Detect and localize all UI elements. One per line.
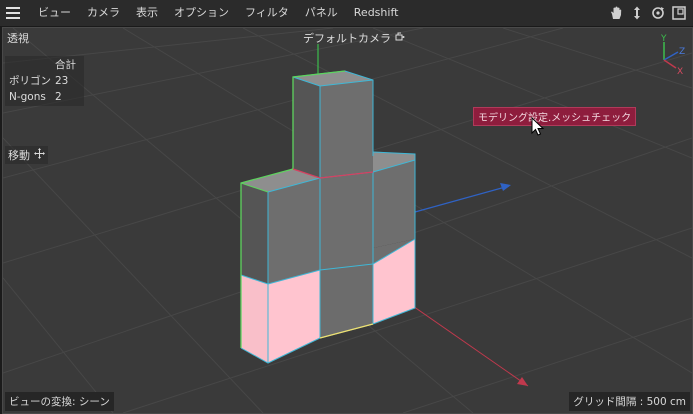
hand-pan-icon[interactable] (608, 5, 624, 21)
camera-name-text: デフォルトカメラ (303, 32, 391, 45)
camera-name-button[interactable]: デフォルトカメラ (303, 30, 405, 46)
stats-value: 2 (55, 91, 62, 103)
move-arrows-icon[interactable] (629, 5, 645, 21)
axis-orientation-widget: Y Z X (650, 32, 686, 79)
mouse-cursor-icon (531, 116, 545, 140)
menu-options[interactable]: オプション (166, 0, 237, 26)
3d-viewport[interactable]: 透視 デフォルトカメラ 合計 ポリゴン 23 N-gons 2 移動 モデリング… (2, 27, 693, 414)
z-axis-line (414, 185, 510, 213)
stats-label: ポリゴン (9, 75, 51, 87)
viewport-scene (3, 28, 692, 413)
camera-link-icon (395, 32, 405, 45)
x-axis-arrow (517, 377, 528, 386)
hamburger-menu-icon[interactable] (6, 0, 24, 26)
axis-z-label: Z (679, 47, 685, 57)
stats-row: N-gons 2 (9, 89, 80, 105)
top-cube (293, 71, 373, 178)
maximize-view-icon[interactable] (671, 5, 687, 21)
viewport-nav-icons (608, 0, 687, 26)
menu-redshift[interactable]: Redshift (346, 0, 407, 26)
stats-panel: 合計 ポリゴン 23 N-gons 2 (5, 56, 84, 106)
stats-header: 合計 (55, 59, 76, 71)
move-tool-label[interactable]: 移動 (5, 146, 48, 164)
z-axis-arrow (500, 183, 511, 191)
move-tool-text: 移動 (8, 149, 30, 162)
axis-x-label: X (677, 67, 683, 76)
stats-row: ポリゴン 23 (9, 73, 80, 89)
menu-filter[interactable]: フィルタ (237, 0, 297, 26)
menu-view[interactable]: ビュー (30, 0, 79, 26)
stats-value: 23 (55, 75, 69, 87)
menu-display[interactable]: 表示 (128, 0, 166, 26)
menu-panel[interactable]: パネル (297, 0, 346, 26)
rotate-icon[interactable] (650, 5, 666, 21)
move-crosshair-icon (33, 148, 45, 162)
menu-items: ビュー カメラ 表示 オプション フィルタ パネル Redshift (30, 0, 406, 26)
view-name-label: 透視 (7, 32, 29, 45)
grid-spacing-status: グリッド間隔 : 500 cm (569, 392, 690, 411)
menubar: ビュー カメラ 表示 オプション フィルタ パネル Redshift (0, 0, 693, 27)
view-transform-status: ビューの変換: シーン (5, 392, 114, 411)
menu-camera[interactable]: カメラ (79, 0, 128, 26)
axis-y-label: Y (660, 34, 667, 44)
tooltip: モデリング設定.メッシュチェック (473, 107, 637, 126)
stats-label: N-gons (9, 91, 46, 103)
